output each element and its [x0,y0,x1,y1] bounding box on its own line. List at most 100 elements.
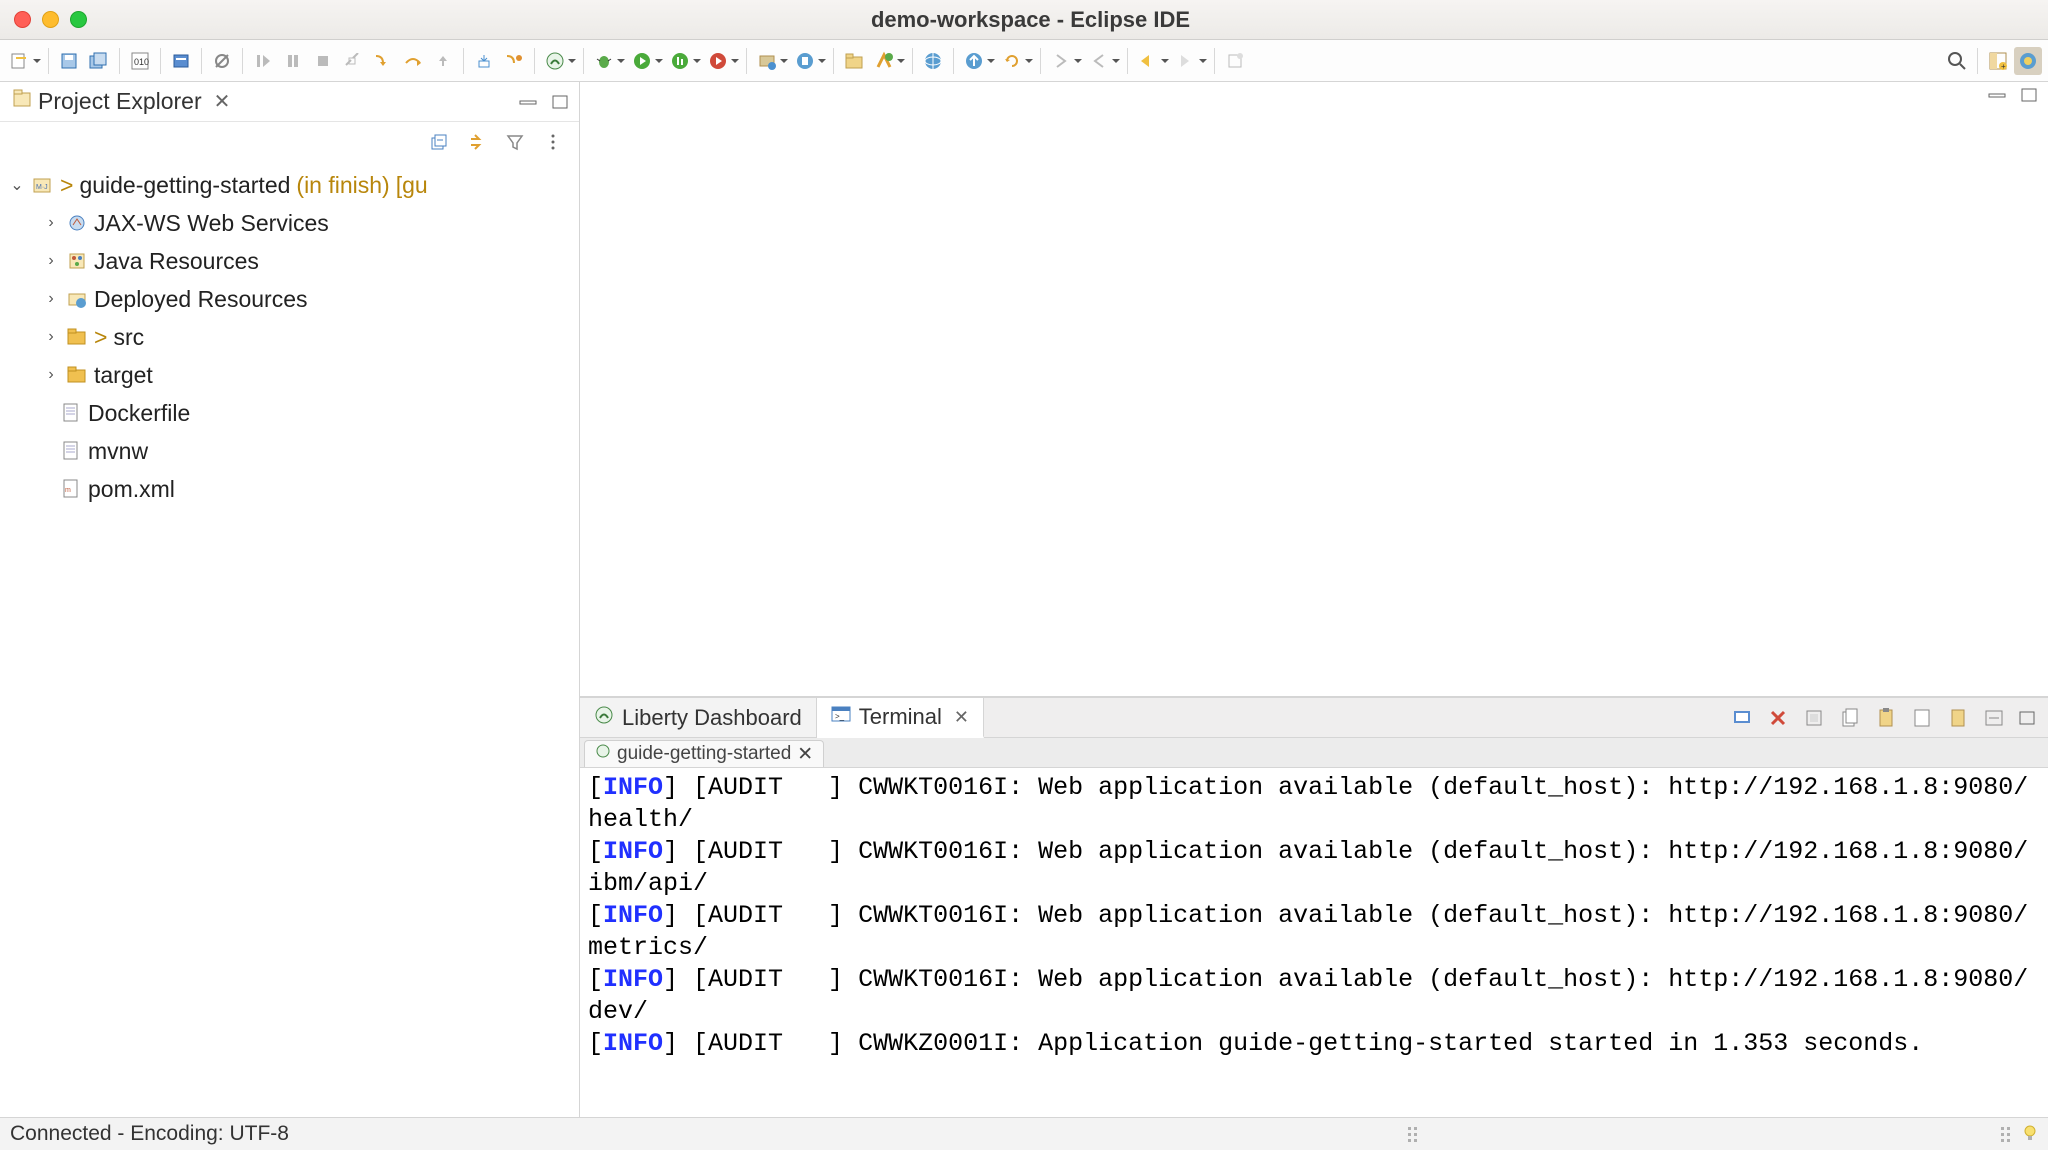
tip-icon[interactable] [2022,1122,2038,1146]
next-annotation-dropdown[interactable] [1073,57,1083,65]
expand-toggle[interactable]: › [42,366,60,384]
refresh-button[interactable] [998,47,1026,75]
java-ee-perspective-button[interactable] [2014,47,2042,75]
search-button[interactable] [1943,47,1971,75]
tab-liberty-dashboard[interactable]: Liberty Dashboard [580,698,817,737]
tree-node-dockerfile[interactable]: Dockerfile [8,394,579,432]
svg-text:010: 010 [134,57,149,67]
minimize-editor-button[interactable] [1986,86,2008,104]
tree-node-deployed[interactable]: › Deployed Resources [8,280,579,318]
forward-button[interactable] [1172,47,1200,75]
new-server-dropdown[interactable] [779,57,789,65]
collapse-all-button[interactable] [425,128,453,156]
start-server-dropdown[interactable] [817,57,827,65]
terminal-copy-button[interactable] [1836,704,1864,732]
maximize-editor-button[interactable] [2018,86,2040,104]
publish-dropdown[interactable] [986,57,996,65]
toggle-breadcrumb-button[interactable] [167,47,195,75]
terminal-connect-button[interactable] [1728,704,1756,732]
forward-dropdown[interactable] [1198,57,1208,65]
suspend-button[interactable] [279,47,307,75]
view-menu-button[interactable] [539,128,567,156]
folder-icon [66,326,88,348]
save-all-button[interactable] [85,47,113,75]
terminal-session-label: guide-getting-started [617,743,791,765]
new-type-button[interactable] [870,47,898,75]
run-button[interactable] [628,47,656,75]
step-over-button[interactable] [399,47,427,75]
bottom-tabbar: Liberty Dashboard >_ Terminal ✕ [580,698,2048,738]
run-last-dropdown[interactable] [730,57,740,65]
new-button[interactable] [6,47,34,75]
disconnect-button[interactable] [339,47,367,75]
terminal-settings-button[interactable] [1800,704,1828,732]
web-browser-button[interactable] [919,47,947,75]
terminal-session-tab[interactable]: guide-getting-started ✕ [584,740,824,767]
terminal-wrap-button[interactable] [1980,704,2008,732]
open-perspective-button[interactable]: + [1984,47,2012,75]
tree-node-javares[interactable]: › Java Resources [8,242,579,280]
new-server-button[interactable] [753,47,781,75]
prev-annotation-button[interactable] [1085,47,1113,75]
debug-dropdown[interactable] [616,57,626,65]
file-icon [60,402,82,424]
terminate-button[interactable] [309,47,337,75]
deployed-icon [66,288,88,310]
close-session-button[interactable]: ✕ [797,743,813,766]
back-dropdown[interactable] [1160,57,1170,65]
tree-node-mvnw[interactable]: mvnw [8,432,579,470]
link-editor-button[interactable] [463,128,491,156]
new-type-dropdown[interactable] [896,57,906,65]
expand-toggle[interactable]: › [42,290,60,308]
binary-button[interactable]: 010 [126,47,154,75]
close-tab-button[interactable]: ✕ [954,707,969,728]
run-dropdown[interactable] [654,57,664,65]
tree-node-target[interactable]: › target [8,356,579,394]
terminal-output[interactable]: [INFO] [AUDIT ] CWWKT0016I: Web applicat… [580,768,2048,1117]
maximize-view-button[interactable] [549,93,571,111]
debug-button[interactable] [590,47,618,75]
step-return-button[interactable] [429,47,457,75]
expand-toggle[interactable]: › [42,214,60,232]
folder-icon [66,364,88,386]
drop-to-frame-button[interactable] [470,47,498,75]
coverage-button[interactable] [666,47,694,75]
tree-node-pom[interactable]: m pom.xml [8,470,579,508]
liberty-button[interactable] [541,47,569,75]
back-button[interactable] [1134,47,1162,75]
terminal-disconnect-button[interactable] [1764,704,1792,732]
terminal-paste-button[interactable] [1872,704,1900,732]
expand-toggle[interactable]: › [42,328,60,346]
tab-terminal[interactable]: >_ Terminal ✕ [817,698,984,738]
maximize-bottom-button[interactable] [2016,709,2038,727]
resume-button[interactable] [249,47,277,75]
save-button[interactable] [55,47,83,75]
terminal-clear-button[interactable] [1908,704,1936,732]
minimize-view-button[interactable] [517,93,539,111]
expand-toggle[interactable]: ⌄ [8,175,26,195]
tree-root[interactable]: ⌄ M·J > guide-getting-started (in finish… [8,166,579,204]
liberty-dropdown[interactable] [567,57,577,65]
next-annotation-button[interactable] [1047,47,1075,75]
coverage-dropdown[interactable] [692,57,702,65]
close-view-button[interactable]: ✕ [214,89,231,114]
tree-node-src[interactable]: › > src [8,318,579,356]
step-filters-button[interactable] [500,47,528,75]
project-explorer-tab[interactable]: Project Explorer ✕ [8,84,238,119]
terminal-scroll-lock-button[interactable] [1944,704,1972,732]
publish-button[interactable] [960,47,988,75]
expand-toggle[interactable]: › [42,252,60,270]
project-tree[interactable]: ⌄ M·J > guide-getting-started (in finish… [0,162,579,512]
filter-button[interactable] [501,128,529,156]
refresh-dropdown[interactable] [1024,57,1034,65]
tree-node-jaxws[interactable]: › JAX-WS Web Services [8,204,579,242]
new-package-button[interactable] [840,47,868,75]
new-dropdown[interactable] [32,57,42,65]
skip-breakpoints-button[interactable] [208,47,236,75]
step-into-button[interactable] [369,47,397,75]
pin-editor-button[interactable] [1221,47,1249,75]
start-server-button[interactable] [791,47,819,75]
prev-annotation-dropdown[interactable] [1111,57,1121,65]
run-last-button[interactable] [704,47,732,75]
log-line: [INFO] [AUDIT ] CWWKT0016I: Web applicat… [588,773,2028,834]
